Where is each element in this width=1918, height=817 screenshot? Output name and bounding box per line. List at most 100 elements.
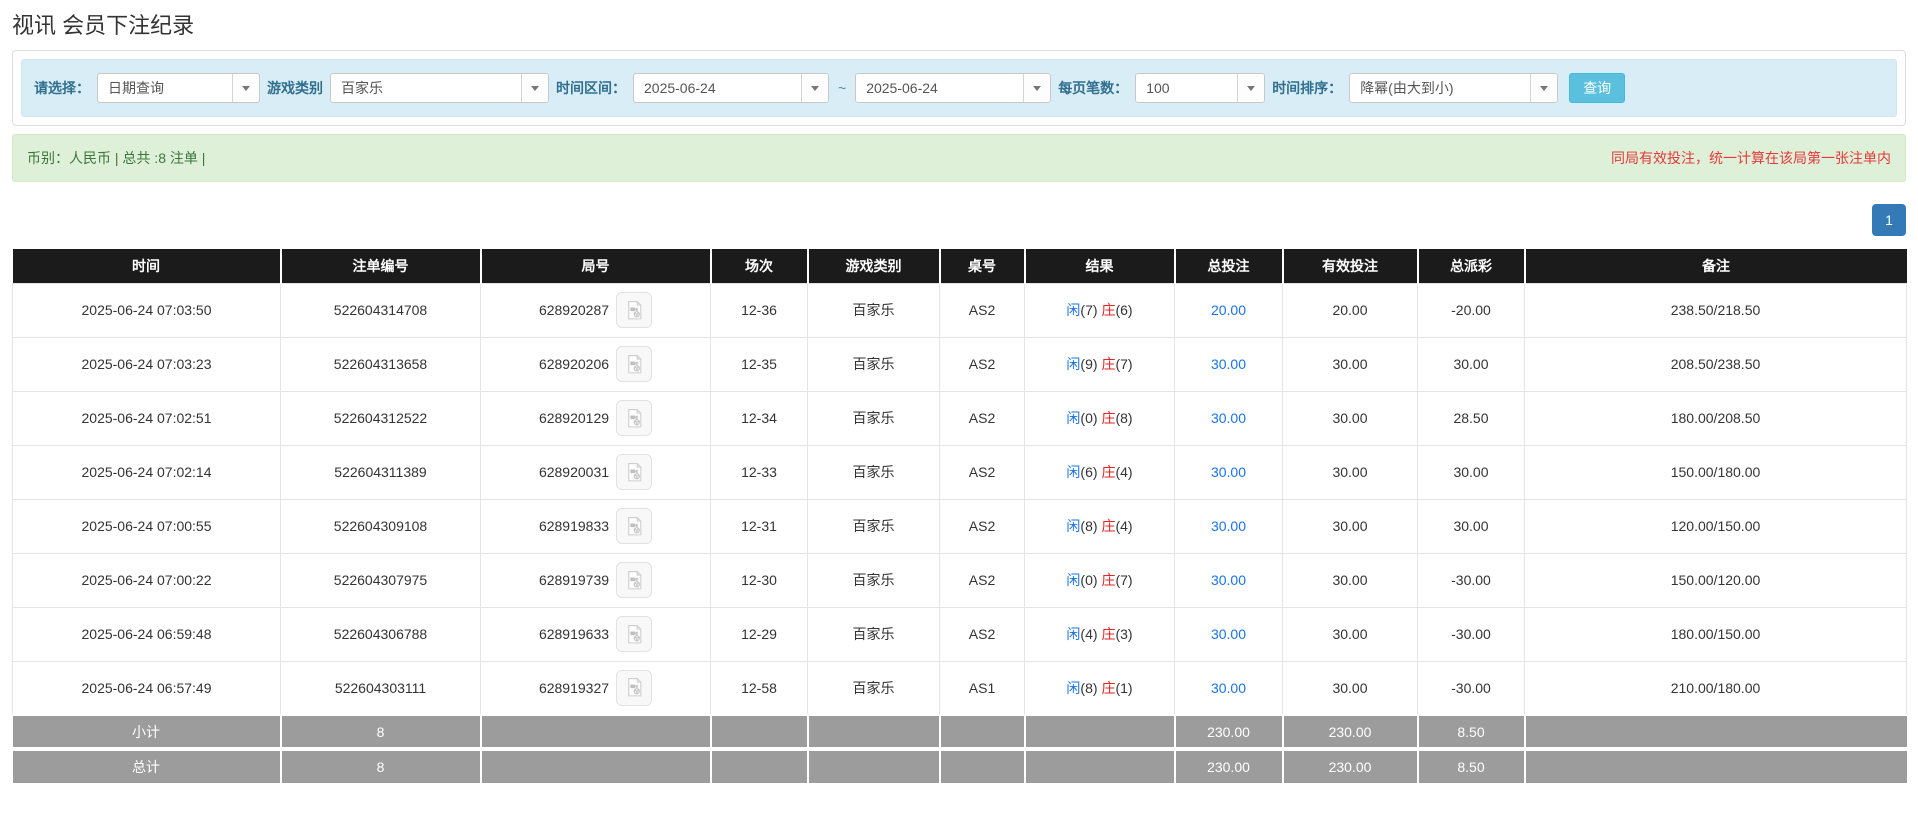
round-id-text: 628920206: [538, 356, 610, 372]
grand-total-valid-bet: 230.00: [1281, 747, 1418, 783]
cell-remark: 210.00/180.00: [1524, 660, 1907, 716]
video-replay-button[interactable]: [616, 400, 653, 436]
cell-remark: 150.00/180.00: [1524, 444, 1907, 500]
result-player-score: (8): [1080, 518, 1098, 534]
video-replay-button[interactable]: [616, 562, 653, 598]
page-size-select[interactable]: 100: [1135, 73, 1266, 103]
cell-table-no: AS2: [939, 444, 1025, 500]
date-from-select[interactable]: 2025-06-24: [633, 73, 829, 103]
cell-session: 12-36: [710, 282, 808, 338]
cell-remark: 208.50/238.50: [1524, 336, 1907, 392]
cell-session: 12-35: [710, 336, 808, 392]
summary-bar: 币别：人民币 | 总共 :8 注单 | 同局有效投注，统一计算在该局第一张注单内: [12, 134, 1906, 182]
date-range-separator: ~: [838, 80, 847, 96]
round-id-text: 628919833: [538, 518, 610, 534]
result-banker-score: (4): [1115, 464, 1133, 480]
cell-valid-bet: 30.00: [1282, 390, 1418, 446]
cell-payout: 30.00: [1417, 444, 1525, 500]
cell-result: 闲(0) 庄(7): [1024, 552, 1175, 608]
result-player-score: (4): [1080, 626, 1098, 642]
date-to-select[interactable]: 2025-06-24: [855, 73, 1052, 103]
result-banker-label: 庄: [1101, 518, 1116, 534]
page-button-1[interactable]: 1: [1872, 204, 1906, 236]
result-banker-label: 庄: [1101, 572, 1116, 588]
time-sort-label: 时间排序：: [1272, 80, 1343, 96]
cell-time: 2025-06-24 07:03:23: [12, 336, 281, 392]
total-bet-link[interactable]: 30.00: [1211, 464, 1246, 480]
total-bet-link[interactable]: 20.00: [1211, 302, 1246, 318]
result-banker-score: (3): [1115, 626, 1133, 642]
cell-bet-id: 522604314708: [280, 282, 481, 338]
video-replay-button[interactable]: [616, 669, 653, 706]
total-bet-link[interactable]: 30.00: [1211, 356, 1246, 372]
cell-bet-id: 522604303111: [280, 660, 481, 716]
video-replay-button[interactable]: [616, 454, 653, 490]
cell-time: 2025-06-24 07:02:51: [12, 390, 281, 446]
valid-bet-note: 同局有效投注，统一计算在该局第一张注单内: [1611, 150, 1891, 166]
result-player-label: 闲: [1066, 356, 1081, 372]
time-range-label: 时间区间：: [556, 80, 626, 96]
cell-valid-bet: 30.00: [1282, 444, 1418, 500]
time-sort-select[interactable]: 降幂(由大到小): [1349, 73, 1559, 103]
chevron-down-icon[interactable]: [1237, 74, 1265, 102]
cell-valid-bet: 20.00: [1282, 282, 1418, 338]
result-banker-score: (1): [1115, 679, 1133, 696]
cell-payout: -30.00: [1417, 606, 1525, 662]
table-row: 2025-06-24 07:00:22 522604307975 6289197…: [12, 552, 1907, 608]
chevron-down-icon[interactable]: [1023, 74, 1051, 102]
video-replay-button[interactable]: [616, 616, 653, 652]
result-banker-score: (7): [1115, 356, 1133, 372]
cell-total-bet: 30.00: [1174, 390, 1283, 446]
total-bet-link[interactable]: 30.00: [1211, 410, 1246, 426]
cell-game-type: 百家乐: [807, 498, 940, 554]
total-bet-link[interactable]: 30.00: [1211, 572, 1246, 588]
round-id-text: 628920031: [538, 464, 610, 480]
chevron-down-icon[interactable]: [232, 74, 259, 102]
result-banker-label: 庄: [1101, 464, 1116, 480]
header-table-no: 桌号: [938, 249, 1025, 283]
query-type-label: 请选择：: [34, 80, 90, 96]
chevron-down-icon[interactable]: [801, 74, 828, 102]
chevron-down-icon[interactable]: [521, 74, 548, 102]
result-banker-score: (7): [1115, 572, 1133, 588]
video-file-icon: [624, 300, 645, 321]
cell-valid-bet: 30.00: [1282, 336, 1418, 392]
table-row: 2025-06-24 07:03:23 522604313658 6289202…: [12, 336, 1907, 392]
cell-result: 闲(4) 庄(3): [1024, 606, 1175, 662]
round-id-text: 628920287: [538, 302, 610, 318]
cell-round-id: 628919833: [480, 498, 711, 554]
chevron-down-icon[interactable]: [1530, 74, 1558, 102]
header-total-bet: 总投注: [1173, 249, 1283, 283]
cell-game-type: 百家乐: [807, 390, 940, 446]
table-header-row: 时间 注单编号 局号 场次 游戏类别 桌号 结果 总投注 有效投注 总派彩 备注: [12, 249, 1907, 283]
cell-table-no: AS2: [939, 282, 1025, 338]
cell-payout: -30.00: [1417, 552, 1525, 608]
grand-total-row: 总计 8 230.00 230.00 8.50: [12, 747, 1907, 783]
cell-session: 12-58: [710, 660, 808, 716]
grand-total-count: 8: [279, 747, 481, 783]
video-replay-button[interactable]: [616, 292, 653, 328]
video-replay-button[interactable]: [616, 508, 653, 544]
search-button[interactable]: 查询: [1569, 73, 1626, 103]
query-type-select[interactable]: 日期查询: [97, 73, 260, 103]
total-bet-link[interactable]: 30.00: [1211, 626, 1246, 642]
video-file-icon: [624, 516, 645, 537]
cell-round-id: 628920287: [480, 282, 711, 338]
round-id-text: 628919633: [538, 626, 610, 642]
cell-remark: 180.00/150.00: [1524, 606, 1907, 662]
game-type-select[interactable]: 百家乐: [330, 73, 549, 103]
cell-game-type: 百家乐: [807, 606, 940, 662]
cell-table-no: AS2: [939, 498, 1025, 554]
page-title: 视讯 会员下注纪录: [12, 13, 195, 38]
video-replay-button[interactable]: [616, 346, 653, 382]
result-banker-score: (6): [1115, 302, 1133, 318]
cell-game-type: 百家乐: [807, 336, 940, 392]
header-time: 时间: [12, 249, 281, 283]
cell-table-no: AS2: [939, 390, 1025, 446]
total-bet-link[interactable]: 30.00: [1211, 518, 1246, 534]
cell-result: 闲(7) 庄(6): [1024, 282, 1175, 338]
cell-total-bet: 20.00: [1174, 282, 1283, 338]
result-banker-score: (4): [1115, 518, 1133, 534]
total-bet-link[interactable]: 30.00: [1211, 680, 1246, 696]
result-player-score: (0): [1080, 572, 1098, 588]
